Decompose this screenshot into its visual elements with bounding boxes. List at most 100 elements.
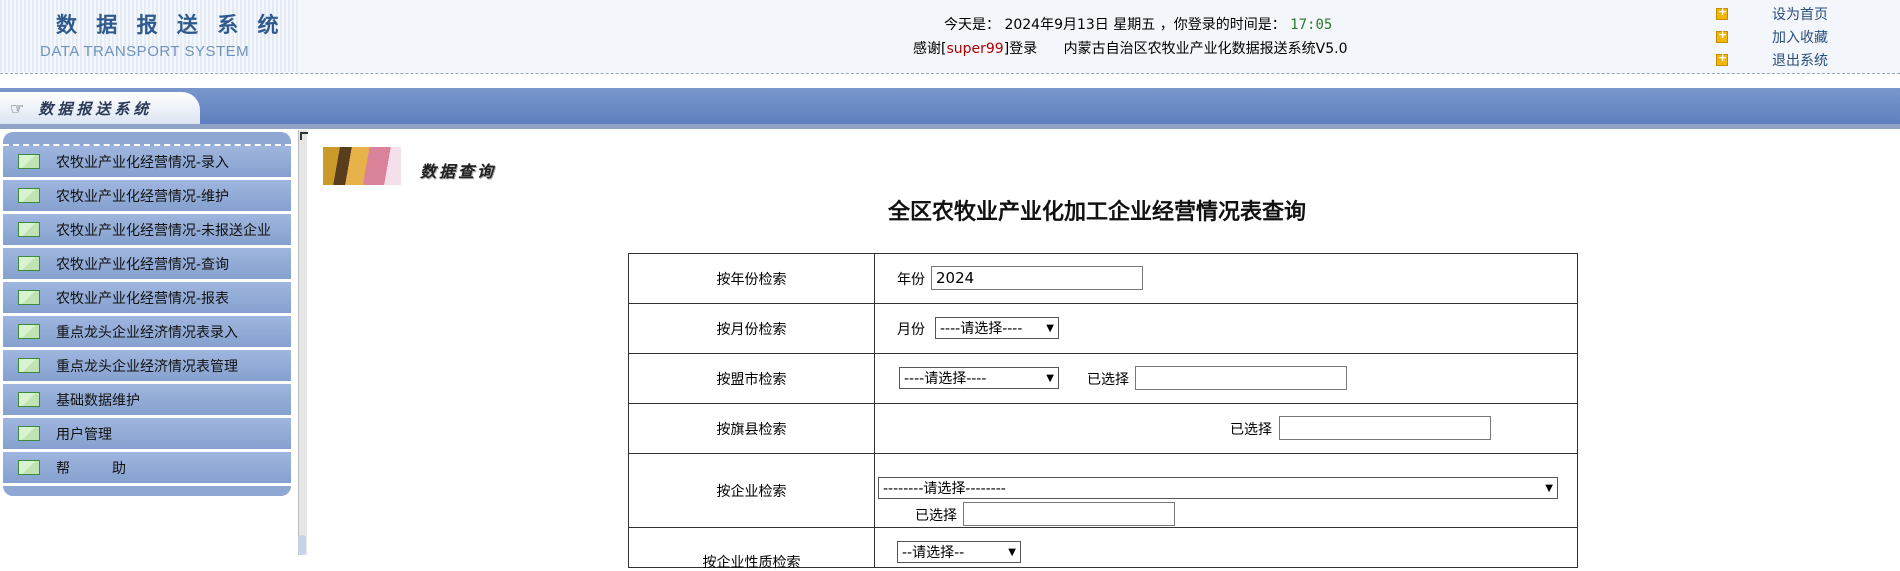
envelope-icon: [18, 154, 40, 169]
sidebar-item-users[interactable]: 用户管理: [3, 418, 291, 452]
row-league: 按盟市检索 ----请选择---- ▼ 已选择: [628, 353, 1578, 404]
year-input[interactable]: [931, 266, 1143, 290]
sidebar-item-label: 农牧业产业化经营情况-报表: [56, 290, 230, 307]
envelope-icon: [18, 392, 40, 407]
thanks-prefix: 感谢[: [913, 41, 947, 57]
plus-icon: [1716, 5, 1728, 20]
sidebar-top-divider: [3, 132, 291, 146]
enterprise-type-select-value: --请选择--: [902, 545, 965, 561]
county-selected-input[interactable]: [1279, 416, 1491, 440]
sidebar-item-help[interactable]: 帮 助: [3, 452, 291, 486]
sidebar-item-label: 帮 助: [56, 460, 126, 477]
sidebar-item-label: 农牧业产业化经营情况-维护: [56, 188, 230, 205]
league-select-value: ----请选择----: [904, 371, 987, 387]
row-county: 按旗县检索 已选择: [628, 403, 1578, 454]
nav-bar: [0, 88, 1900, 124]
frame-scrollbar-thumb[interactable]: [298, 535, 306, 555]
month-key-label: 按月份检索: [628, 303, 875, 354]
county-key-label: 按旗县检索: [628, 403, 875, 454]
welcome-line: 感谢[super99]登录 内蒙古自治区农牧业产业化数据报送系统V5.0: [913, 38, 1347, 58]
section-banner-image: [323, 147, 401, 185]
chevron-down-icon: ▼: [1008, 546, 1016, 558]
sidebar-item-leading-entry[interactable]: 重点龙头企业经济情况表录入: [3, 316, 291, 350]
sidebar-item-label: 重点龙头企业经济情况表录入: [56, 324, 238, 341]
enterprise-type-key-text: 按企业性质检索: [702, 554, 801, 571]
plus-icon: [1716, 28, 1728, 43]
chevron-down-icon: ▼: [1046, 322, 1054, 334]
section-title: 数据查询: [420, 162, 497, 181]
logout-label: 退出系统: [1772, 52, 1828, 69]
date-time-line: 今天是： 2024年9月13日 星期五 ，你登录的时间是： 17:05: [944, 14, 1332, 34]
row-year: 按年份检索 年份: [628, 253, 1578, 304]
envelope-icon: [18, 188, 40, 203]
enterprise-type-select[interactable]: --请选择-- ▼: [897, 541, 1021, 563]
plus-icon: [1716, 51, 1728, 66]
sidebar-item-agri-unreported[interactable]: 农牧业产业化经营情况-未报送企业: [3, 214, 291, 248]
envelope-icon: [18, 290, 40, 305]
logo-english-title: DATA TRANSPORT SYSTEM: [40, 43, 250, 60]
frame-corner: [300, 132, 308, 140]
thanks-suffix: ]登录: [1003, 41, 1038, 57]
sidebar-item-label: 农牧业产业化经营情况-录入: [56, 154, 230, 171]
current-date: 2024年9月13日: [1004, 17, 1109, 33]
chevron-down-icon: ▼: [1046, 372, 1054, 384]
sidebar-item-agri-report[interactable]: 农牧业产业化经营情况-报表: [3, 282, 291, 316]
enterprise-type-key-label: 按企业性质检索: [628, 527, 875, 571]
sidebar-item-label: 基础数据维护: [56, 392, 140, 409]
envelope-icon: [18, 256, 40, 271]
league-selected-input[interactable]: [1135, 366, 1347, 390]
add-favorite-link[interactable]: 加入收藏: [1716, 25, 1828, 48]
chevron-down-icon: ▼: [1545, 482, 1553, 494]
tab-data-system[interactable]: ☞ 数据报送系统: [0, 92, 200, 124]
envelope-icon: [18, 324, 40, 339]
sidebar-item-label: 农牧业产业化经营情况-查询: [56, 256, 230, 273]
sidebar-item-label: 农牧业产业化经营情况-未报送企业: [56, 222, 272, 239]
system-name: 内蒙古自治区农牧业产业化数据报送系统V5.0: [1063, 41, 1348, 57]
envelope-icon: [18, 222, 40, 237]
month-select-value: ----请选择----: [940, 321, 1023, 337]
envelope-icon: [18, 460, 40, 475]
league-select[interactable]: ----请选择---- ▼: [899, 367, 1059, 389]
login-time: 17:05: [1290, 17, 1333, 33]
sidebar: 农牧业产业化经营情况-录入 农牧业产业化经营情况-维护 农牧业产业化经营情况-未…: [3, 132, 291, 496]
county-selected-label: 已选择: [1230, 422, 1272, 438]
header: 数 据 报 送 系 统 DATA TRANSPORT SYSTEM 今天是： 2…: [0, 0, 1900, 74]
sidebar-item-agri-maintain[interactable]: 农牧业产业化经营情况-维护: [3, 180, 291, 214]
sidebar-item-base-data[interactable]: 基础数据维护: [3, 384, 291, 418]
enterprise-key-label: 按企业检索: [628, 453, 875, 528]
envelope-icon: [18, 358, 40, 373]
page-title: 全区农牧业产业化加工企业经营情况表查询: [888, 200, 1307, 225]
sidebar-item-leading-manage[interactable]: 重点龙头企业经济情况表管理: [3, 350, 291, 384]
nav-underline: [0, 124, 1900, 129]
month-select[interactable]: ----请选择---- ▼: [935, 317, 1059, 339]
row-enterprise: 按企业检索 --------请选择-------- ▼ 已选择: [628, 453, 1578, 528]
set-homepage-label: 设为首页: [1772, 6, 1828, 23]
frame-scrollbar[interactable]: [298, 130, 307, 555]
enterprise-select[interactable]: --------请选择-------- ▼: [878, 477, 1558, 499]
today-label: 今天是：: [944, 17, 1000, 33]
username: super99: [946, 41, 1004, 57]
year-key-label: 按年份检索: [628, 253, 875, 304]
sidebar-item-label: 用户管理: [56, 426, 112, 443]
logo-chinese-title: 数 据 报 送 系 统: [56, 12, 285, 37]
row-enterprise-type: 按企业性质检索 --请选择-- ▼: [628, 527, 1578, 571]
sidebar-item-label: 重点龙头企业经济情况表管理: [56, 358, 238, 375]
top-links: 设为首页 加入收藏 退出系统: [1716, 2, 1828, 71]
enterprise-selected-label: 已选择: [915, 508, 957, 524]
login-time-label: ，你登录的时间是：: [1159, 17, 1286, 33]
league-selected-label: 已选择: [1087, 372, 1129, 388]
envelope-icon: [18, 426, 40, 441]
add-favorite-label: 加入收藏: [1772, 29, 1828, 46]
league-key-label: 按盟市检索: [628, 353, 875, 404]
set-homepage-link[interactable]: 设为首页: [1716, 2, 1828, 25]
logout-link[interactable]: 退出系统: [1716, 48, 1828, 71]
logo: 数 据 报 送 系 统 DATA TRANSPORT SYSTEM: [0, 0, 300, 72]
sidebar-item-agri-query[interactable]: 农牧业产业化经营情况-查询: [3, 248, 291, 282]
tab-label: 数据报送系统: [38, 99, 153, 118]
year-label: 年份: [897, 272, 925, 288]
enterprise-selected-input[interactable]: [963, 502, 1175, 526]
sidebar-item-agri-entry[interactable]: 农牧业产业化经营情况-录入: [3, 146, 291, 180]
query-form-table: 按年份检索 年份 按月份检索 月份 ----请选择---- ▼ 按盟市检索 --…: [628, 253, 1578, 571]
enterprise-select-value: --------请选择--------: [883, 481, 1006, 497]
current-weekday: 星期五: [1113, 17, 1156, 33]
